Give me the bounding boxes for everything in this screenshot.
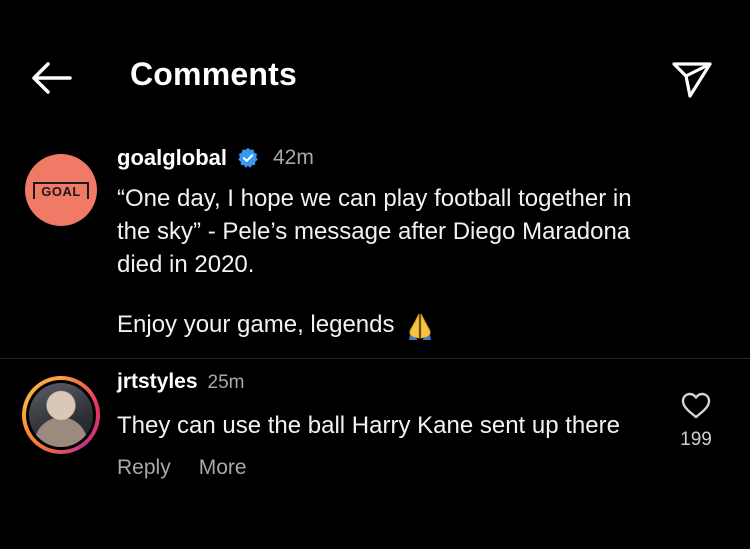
post-username[interactable]: goalglobal bbox=[117, 145, 227, 171]
avatar bbox=[29, 383, 93, 447]
goal-logo: GOAL bbox=[33, 181, 89, 199]
avatar-border bbox=[26, 380, 96, 450]
comment-username[interactable]: jrtstyles bbox=[117, 370, 198, 394]
folded-hands-icon bbox=[409, 313, 432, 340]
reply-button[interactable]: Reply bbox=[117, 456, 171, 480]
heart-outline-icon bbox=[681, 392, 711, 419]
back-button[interactable] bbox=[28, 56, 74, 100]
comment-text: They can use the ball Harry Kane sent up… bbox=[117, 412, 620, 439]
comment-actions: Reply More bbox=[117, 456, 247, 480]
comment-meta: jrtstyles 25m bbox=[117, 370, 245, 394]
post-meta: goalglobal 42m bbox=[117, 145, 314, 171]
more-button[interactable]: More bbox=[199, 456, 247, 480]
page-title: Comments bbox=[130, 56, 297, 92]
caption-text: “One day, I hope we can play football to… bbox=[117, 185, 632, 278]
app-header: Comments bbox=[0, 0, 750, 140]
divider bbox=[0, 358, 750, 359]
avatar[interactable]: GOAL bbox=[25, 154, 97, 226]
like-button[interactable]: 199 bbox=[676, 392, 716, 451]
verified-badge-icon bbox=[238, 147, 258, 168]
arrow-left-icon bbox=[32, 62, 72, 94]
post-time: 42m bbox=[273, 146, 314, 169]
comment-time: 25m bbox=[207, 372, 245, 393]
comment-item: jrtstyles 25m They can use the ball Harr… bbox=[0, 362, 750, 549]
paper-plane-icon bbox=[672, 62, 712, 98]
caption-closing: Enjoy your game, legends bbox=[117, 308, 433, 341]
caption-closing-text: Enjoy your game, legends bbox=[117, 311, 395, 338]
like-count: 199 bbox=[680, 429, 712, 450]
share-button[interactable] bbox=[668, 56, 716, 100]
story-ring-avatar[interactable] bbox=[22, 376, 100, 454]
